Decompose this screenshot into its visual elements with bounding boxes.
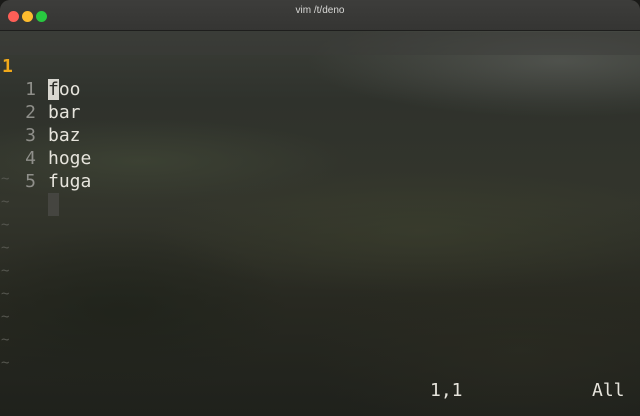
buffer-line[interactable]: 4 fuga [0,124,640,192]
end-of-buffer-marker: ~ [1,286,10,302]
buffer-line[interactable]: 5 [0,147,640,216]
title-bar[interactable]: vim /t/deno [0,0,640,31]
end-of-buffer-marker: ~ [1,217,10,233]
end-of-buffer-marker: ~ [1,309,10,325]
vim-editor[interactable]: 1 foo 1 bar 2 baz 3 hoge 4 fuga 5 ~ ~ ~ … [0,31,640,416]
end-of-buffer-marker: ~ [1,355,10,371]
terminal-window: vim /t/deno 1 foo 1 bar 2 baz 3 hoge 4 f… [0,0,640,416]
buffer-line[interactable]: 2 baz [0,78,640,146]
end-of-buffer-marker: ~ [1,263,10,279]
window-title: vim /t/deno [295,5,345,16]
scroll-indicator: All [592,380,625,401]
buffer-line[interactable]: 1 foo [0,32,640,100]
buffer-line[interactable]: 1 bar [0,55,640,123]
end-of-buffer-marker: ~ [1,194,10,210]
cursor-position: 1,1 [430,380,463,401]
buffer-line[interactable]: 3 hoge [0,101,640,169]
end-of-buffer-marker: ~ [1,171,10,187]
end-of-buffer-marker: ~ [1,240,10,256]
empty-line-block [48,193,59,216]
end-of-buffer-marker: ~ [1,332,10,348]
